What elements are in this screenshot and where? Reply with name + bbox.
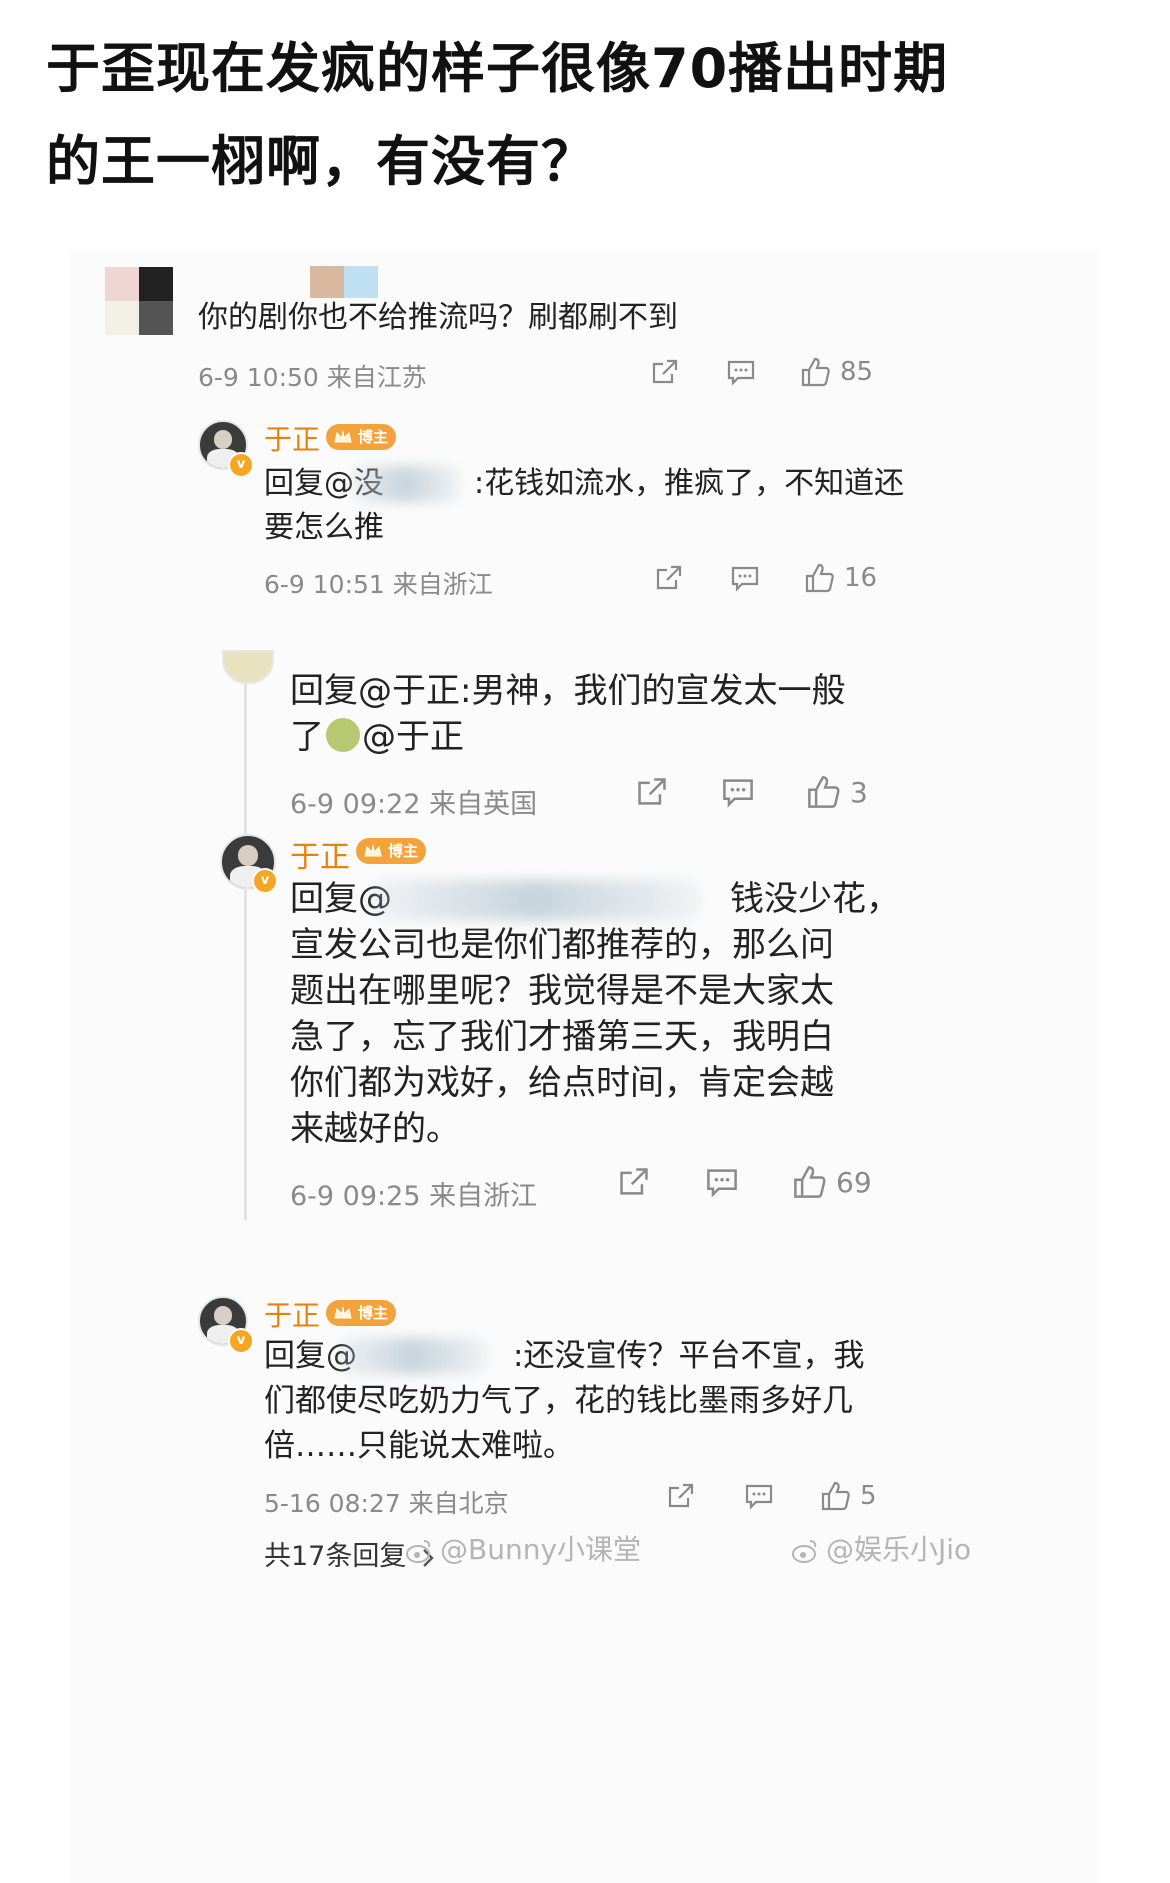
like-button[interactable]: 69: [792, 1164, 872, 1200]
reply-text-line-2: 了: [290, 717, 324, 757]
reply-text: :还没宣传？平台不宣，我: [513, 1338, 865, 1374]
comment-icon: [707, 1169, 737, 1198]
reply-text-line: 宣发公司也是你们都推荐的，那么问: [290, 925, 834, 965]
headline-line-2: 的王一栩啊，有没有？: [46, 130, 596, 193]
reply-text-line: 们都使尽吃奶力气了，花的钱比墨雨多好几: [264, 1383, 853, 1419]
weibo-icon: [792, 1540, 817, 1563]
reply-text-line: 倍……只能说太难啦。: [264, 1428, 574, 1464]
comment-button[interactable]: [704, 1165, 740, 1199]
post-headline: 于歪现在发疯的样子很像70播出时期 的王一栩啊，有没有？: [46, 22, 1106, 208]
host-badge: 博主: [326, 424, 397, 450]
share-button[interactable]: [652, 563, 686, 593]
like-icon: [801, 357, 830, 387]
like-icon: [794, 1166, 826, 1198]
verified-badge-icon: v: [252, 868, 278, 894]
comment-meta: 6-9 10:51 来自浙江: [264, 570, 493, 599]
username[interactable]: 于正: [264, 418, 320, 458]
reply-text-line: 你们都为戏好，给点时间，肯定会越: [290, 1063, 834, 1103]
watermark-1: @Bunny小课堂: [404, 1528, 641, 1568]
redacted-mention: [370, 880, 700, 920]
redacted-mention: [350, 466, 460, 502]
verified-badge-icon: v: [228, 452, 254, 478]
like-icon: [821, 1481, 850, 1511]
share-icon: [656, 565, 682, 590]
like-button[interactable]: 85: [800, 356, 873, 388]
like-button[interactable]: 5: [820, 1480, 877, 1512]
like-button[interactable]: 3: [806, 774, 868, 810]
comment-icon: [745, 1484, 773, 1510]
comment-button[interactable]: [724, 357, 758, 387]
reply-text-line: 急了，忘了我们才播第三天，我明白: [290, 1017, 834, 1057]
reply-text-line-1: 回复@于正:男神，我们的宣发太一般: [290, 671, 846, 711]
crown-icon: [334, 1306, 352, 1319]
share-button[interactable]: [634, 775, 670, 809]
reply-text-line-2: 要怎么推: [264, 510, 384, 545]
like-icon: [808, 776, 840, 808]
username[interactable]: 于正: [264, 1294, 320, 1334]
sick-face-emoji-icon: [326, 718, 360, 752]
share-icon: [652, 359, 678, 384]
share-icon: [668, 1483, 694, 1508]
watermark-2: @娱乐小Jio: [790, 1528, 971, 1568]
share-icon: [620, 1168, 648, 1195]
headline-line-1: 于歪现在发疯的样子很像70播出时期: [46, 37, 949, 100]
share-icon: [638, 778, 666, 805]
host-badge: 博主: [356, 838, 427, 864]
comment-button[interactable]: [728, 563, 762, 593]
comment-icon: [727, 360, 755, 386]
like-button[interactable]: 16: [804, 562, 877, 594]
reply-text: :花钱如流水，推疯了，不知道还: [474, 466, 905, 501]
comment-icon: [731, 566, 759, 592]
comment-icon: [723, 779, 753, 808]
like-icon: [805, 563, 834, 593]
share-button[interactable]: [616, 1165, 652, 1199]
like-count: 5: [860, 1481, 877, 1511]
comment-text: 你的剧你也不给推流吗？刷都刷不到: [198, 300, 678, 335]
weibo-icon: [406, 1540, 431, 1563]
verified-badge-icon: v: [228, 1328, 254, 1354]
crown-icon: [334, 430, 352, 443]
comment-button[interactable]: [742, 1481, 776, 1511]
thread-line: [244, 680, 247, 1220]
like-count: 3: [850, 775, 868, 809]
reply-text-line: 题出在哪里呢？我觉得是不是大家太: [290, 971, 834, 1011]
host-badge: 博主: [326, 1300, 397, 1326]
like-count: 69: [836, 1165, 872, 1199]
reply-text-line: 来越好的。: [290, 1109, 460, 1149]
redacted-mention: [338, 1338, 488, 1374]
like-count: 85: [840, 357, 874, 387]
crown-icon: [364, 844, 382, 857]
reply-text: 钱没少花，: [730, 879, 900, 919]
comment-meta: 6-9 10:50 来自江苏: [198, 363, 427, 392]
like-count: 16: [844, 563, 878, 593]
comment-meta: 6-9 09:22 来自英国: [290, 789, 538, 820]
comment-meta: 6-9 09:25 来自浙江: [290, 1181, 538, 1212]
share-button[interactable]: [664, 1481, 698, 1511]
username[interactable]: 于正: [290, 832, 350, 876]
mention-link[interactable]: @于正: [362, 717, 464, 757]
comment-meta: 5-16 08:27 来自北京: [264, 1489, 509, 1518]
comment-button[interactable]: [720, 775, 756, 809]
share-button[interactable]: [648, 357, 682, 387]
